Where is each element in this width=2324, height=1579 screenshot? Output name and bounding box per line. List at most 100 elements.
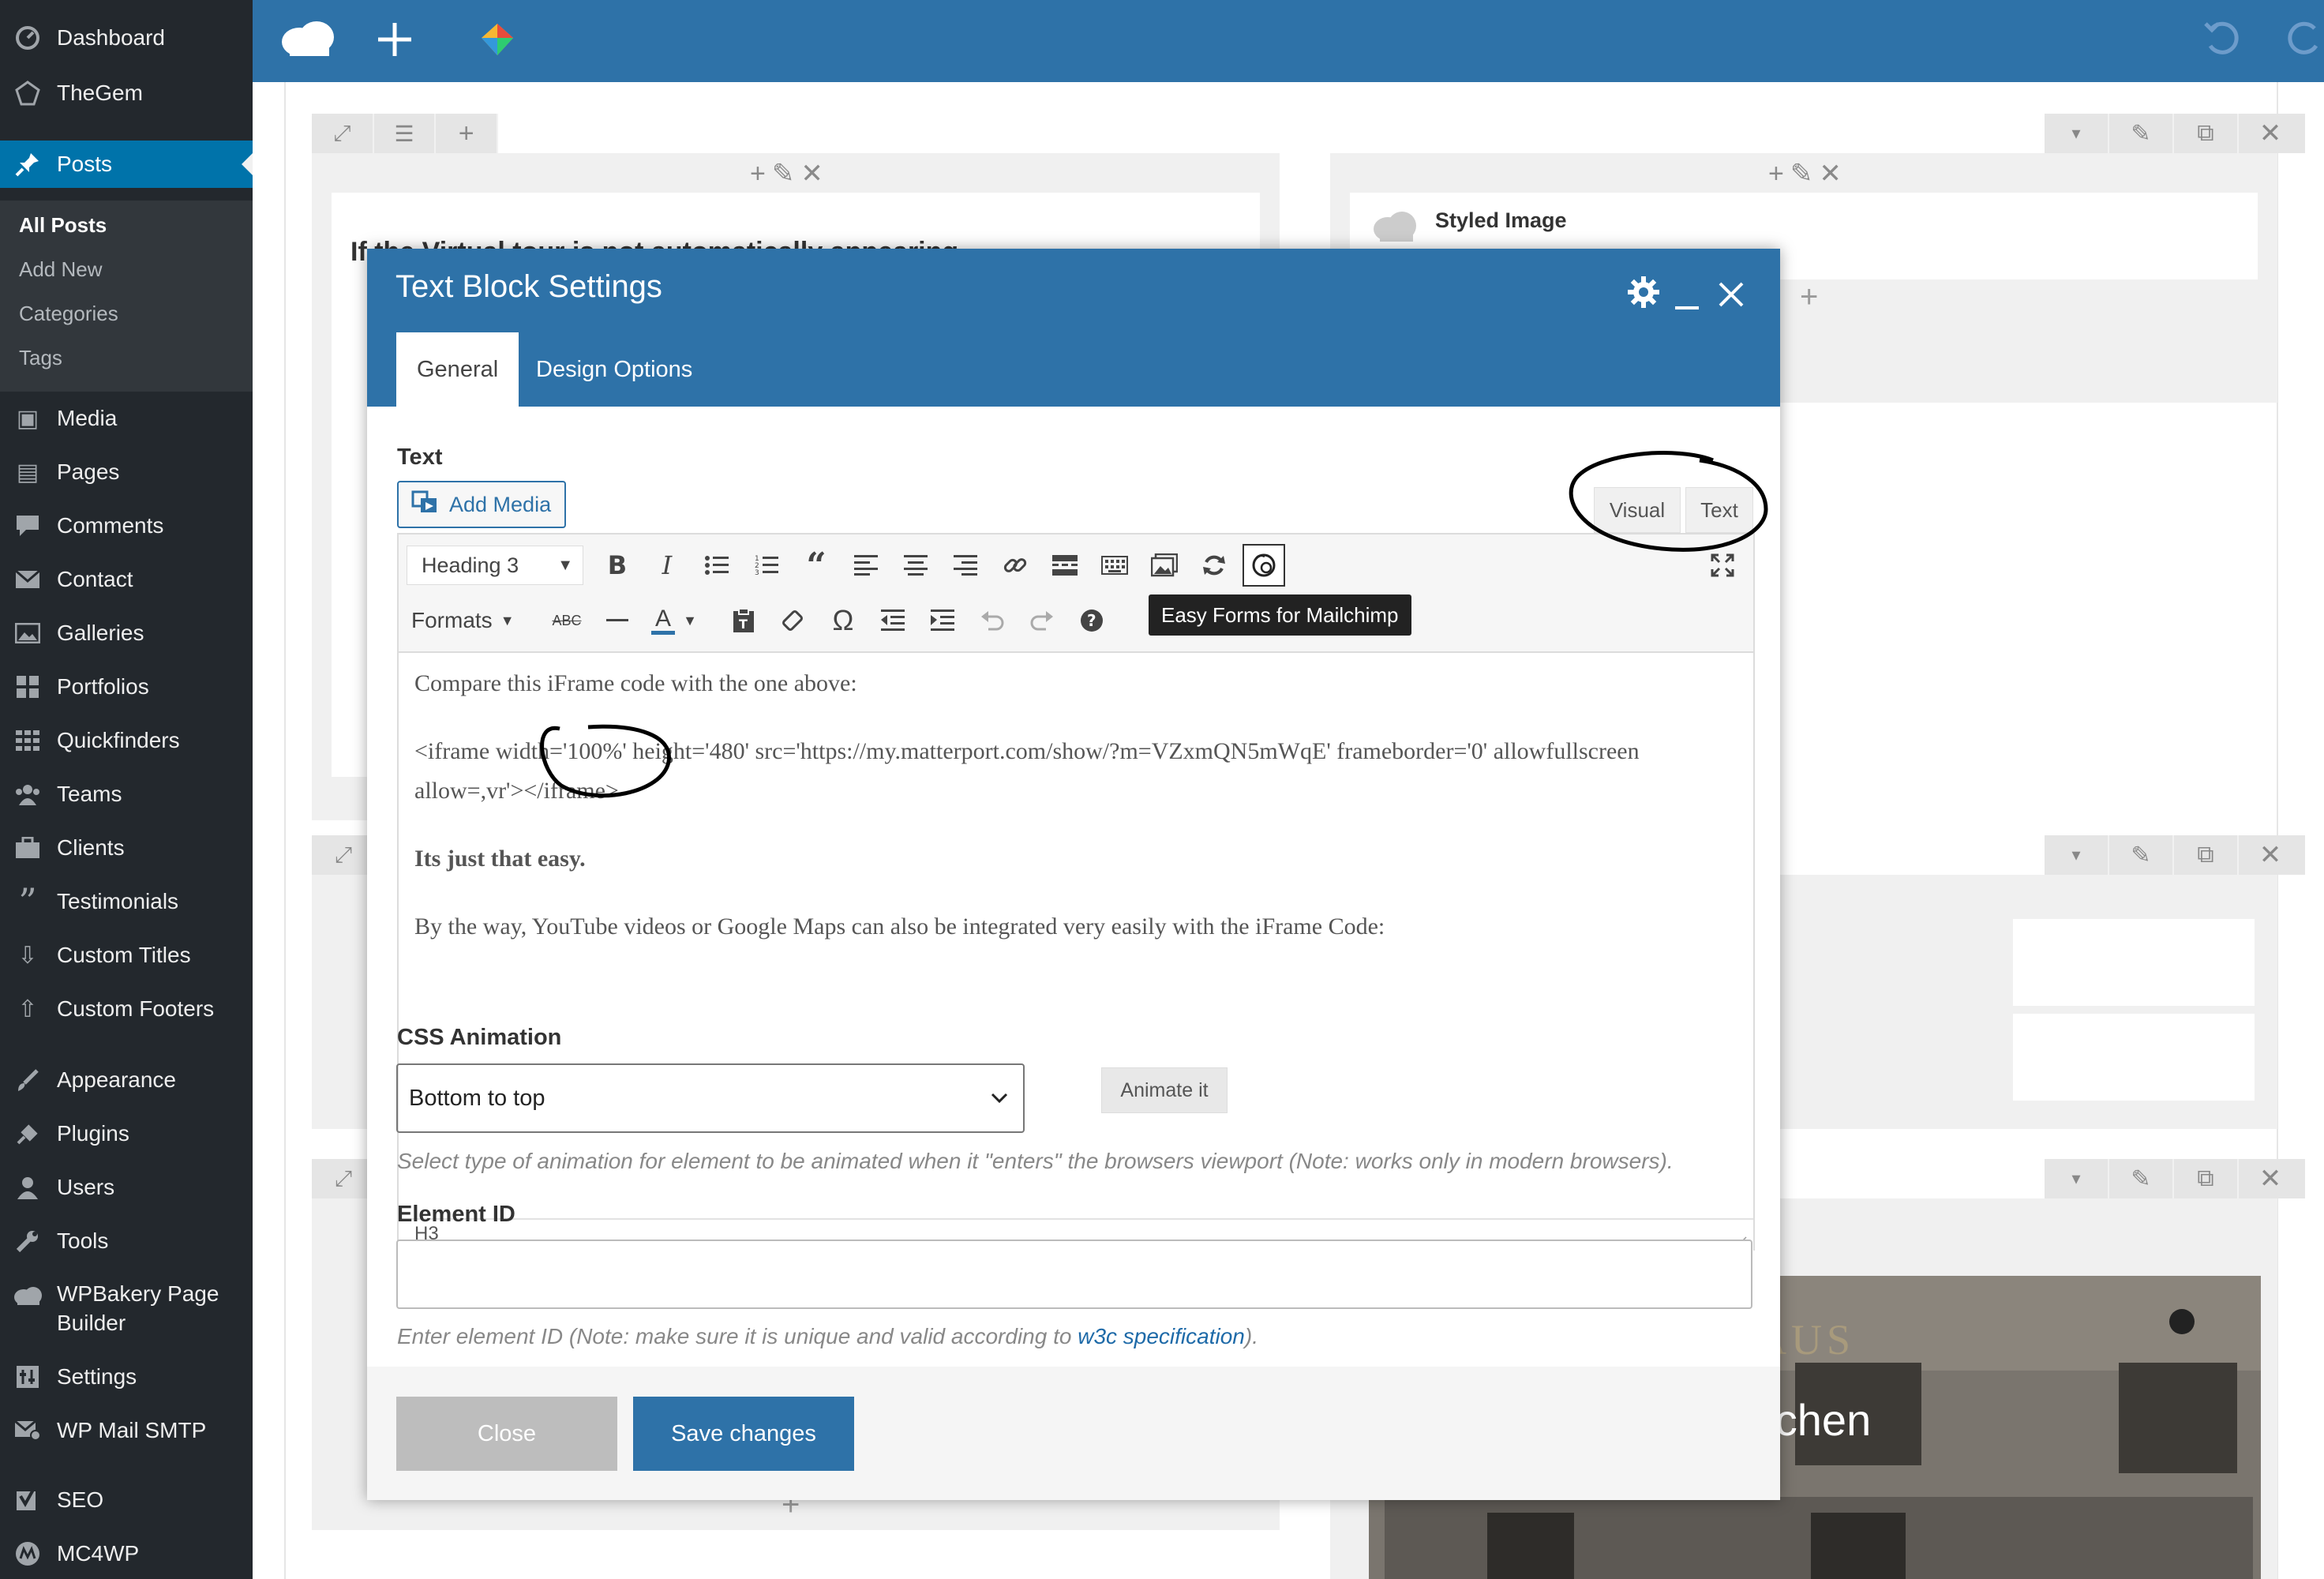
align-center-icon[interactable]	[894, 544, 937, 587]
sidebar-item-appearance[interactable]: Appearance	[0, 1056, 253, 1104]
keyboard-icon[interactable]	[1093, 544, 1136, 587]
sidebar-item-seo[interactable]: SEO	[0, 1476, 253, 1524]
eraser-icon[interactable]	[772, 599, 815, 642]
row-controls-right[interactable]: ▾ ✎ ⧉ ✕	[2045, 114, 2305, 153]
toggle-row-icon[interactable]: ▾	[2045, 114, 2109, 153]
block-format-select[interactable]: Heading 3 ▼	[407, 546, 583, 585]
move-row-icon[interactable]: ⤢	[312, 1159, 375, 1198]
close-icon[interactable]	[1714, 277, 1749, 312]
add-element-button[interactable]	[371, 16, 418, 63]
tab-visual[interactable]: Visual	[1594, 487, 1681, 533]
delete-row-icon[interactable]: ✕	[2239, 835, 2302, 875]
indent-icon[interactable]	[921, 599, 964, 642]
edit-row-icon[interactable]: ✎	[2109, 1159, 2174, 1198]
editor-content[interactable]: Compare this iFrame code with the one ab…	[414, 664, 1741, 975]
sidebar-item-wp-mail-smtp[interactable]: WP Mail SMTP	[0, 1407, 253, 1454]
special-character-icon[interactable]: Ω	[822, 599, 864, 642]
sidebar-item-contact[interactable]: Contact	[0, 556, 253, 603]
blockquote-icon[interactable]: “	[795, 544, 838, 587]
sidebar-item-galleries[interactable]: Galleries	[0, 609, 253, 657]
edit-row-icon[interactable]: ✎	[2109, 835, 2174, 875]
sidebar-item-tools[interactable]: Tools	[0, 1217, 253, 1265]
row-controls-right[interactable]: ▾ ✎ ⧉ ✕	[2045, 1159, 2305, 1198]
row-controls[interactable]: ⤢	[312, 1159, 375, 1198]
row-controls[interactable]: ⤢ ☰ +	[312, 114, 499, 153]
sidebar-item-media[interactable]: ▣ Media	[0, 395, 253, 442]
sidebar-item-posts[interactable]: Posts	[0, 141, 253, 188]
clone-row-icon[interactable]: ⧉	[2174, 1159, 2239, 1198]
refresh-icon[interactable]	[1193, 544, 1235, 587]
strikethrough-icon[interactable]: ABC	[545, 599, 588, 642]
sidebar-item-wpbakery[interactable]: WPBakery Page Builder	[0, 1279, 253, 1350]
sidebar-item-teams[interactable]: Teams	[0, 771, 253, 818]
submenu-tags[interactable]: Tags	[19, 346, 62, 370]
submenu-all-posts[interactable]: All Posts	[19, 213, 107, 238]
sidebar-item-pages[interactable]: ▤ Pages	[0, 448, 253, 496]
italic-icon[interactable]: I	[646, 544, 688, 587]
animate-it-button[interactable]: Animate it	[1101, 1067, 1228, 1113]
column-tools[interactable]: +✎✕	[1768, 158, 1848, 189]
sidebar-item-thegem[interactable]: TheGem	[0, 69, 253, 117]
close-button[interactable]: Close	[396, 1397, 617, 1471]
css-animation-select[interactable]: Bottom to top	[396, 1063, 1025, 1133]
align-left-icon[interactable]	[845, 544, 887, 587]
horizontal-line-icon[interactable]	[596, 599, 639, 642]
add-media-button[interactable]: Add Media	[397, 481, 566, 528]
clone-row-icon[interactable]: ⧉	[2174, 114, 2239, 153]
undo-icon[interactable]	[2195, 13, 2250, 65]
sidebar-item-dashboard[interactable]: Dashboard	[0, 14, 253, 62]
sidebar-item-plugins[interactable]: Plugins	[0, 1110, 253, 1157]
delete-row-icon[interactable]: ✕	[2239, 114, 2302, 153]
sidebar-item-portfolios[interactable]: Portfolios	[0, 663, 253, 711]
sidebar-item-users[interactable]: Users	[0, 1164, 253, 1211]
element-id-input[interactable]	[396, 1240, 1752, 1309]
fullscreen-icon[interactable]	[1701, 544, 1744, 587]
paste-text-icon[interactable]: T	[722, 599, 765, 642]
sidebar-item-quickfinders[interactable]: Quickfinders	[0, 717, 253, 764]
element-card[interactable]	[2013, 919, 2255, 1006]
submenu-categories[interactable]: Categories	[19, 302, 118, 326]
toggle-row-icon[interactable]: ▾	[2045, 1159, 2109, 1198]
bullet-list-icon[interactable]	[695, 544, 738, 587]
save-changes-button[interactable]: Save changes	[633, 1397, 854, 1471]
redo-icon[interactable]	[1021, 599, 1063, 642]
redo-icon[interactable]	[2285, 13, 2324, 65]
chevron-down-icon[interactable]: ▼	[678, 599, 702, 642]
minimize-icon[interactable]	[1671, 280, 1703, 315]
templates-icon[interactable]	[474, 16, 521, 63]
sidebar-item-settings[interactable]: Settings	[0, 1353, 253, 1401]
sidebar-item-mc4wp[interactable]: MC4WP	[0, 1530, 253, 1577]
outdent-icon[interactable]	[872, 599, 914, 642]
row-controls[interactable]: ⤢	[312, 835, 375, 875]
add-column-icon[interactable]: +	[436, 114, 499, 153]
wpbakery-logo-icon[interactable]	[276, 16, 339, 63]
numbered-list-icon[interactable]: 123	[745, 544, 788, 587]
element-card[interactable]	[2013, 1014, 2255, 1101]
tab-design-options[interactable]: Design Options	[515, 332, 713, 407]
row-controls-right[interactable]: ▾ ✎ ⧉ ✕	[2045, 835, 2305, 875]
tab-text[interactable]: Text	[1685, 487, 1753, 533]
tab-general[interactable]: General	[396, 332, 519, 407]
edit-row-icon[interactable]: ✎	[2109, 114, 2174, 153]
read-more-icon[interactable]	[1044, 544, 1086, 587]
help-icon[interactable]: ?	[1070, 599, 1113, 642]
link-icon[interactable]	[994, 544, 1036, 587]
bold-icon[interactable]: B	[596, 544, 639, 587]
add-element-icon[interactable]: +	[1800, 279, 1818, 315]
submenu-add-new[interactable]: Add New	[19, 257, 103, 282]
sidebar-item-custom-titles[interactable]: ⇩ Custom Titles	[0, 932, 253, 979]
sidebar-item-comments[interactable]: Comments	[0, 502, 253, 549]
sidebar-item-testimonials[interactable]: ” Testimonials	[0, 878, 253, 925]
mailchimp-icon[interactable]	[1243, 544, 1285, 587]
sidebar-item-custom-footers[interactable]: ⇧ Custom Footers	[0, 985, 253, 1033]
sidebar-item-clients[interactable]: Clients	[0, 824, 253, 872]
move-row-icon[interactable]: ⤢	[312, 114, 374, 153]
gear-icon[interactable]	[1624, 272, 1663, 312]
toggle-row-icon[interactable]: ▾	[2045, 835, 2109, 875]
align-right-icon[interactable]	[944, 544, 987, 587]
delete-row-icon[interactable]: ✕	[2239, 1159, 2302, 1198]
gallery-icon[interactable]	[1143, 544, 1186, 587]
move-row-icon[interactable]: ⤢	[312, 835, 375, 875]
w3c-specification-link[interactable]: w3c specification	[1078, 1324, 1245, 1348]
formats-dropdown[interactable]: Formats ▼	[411, 601, 515, 640]
